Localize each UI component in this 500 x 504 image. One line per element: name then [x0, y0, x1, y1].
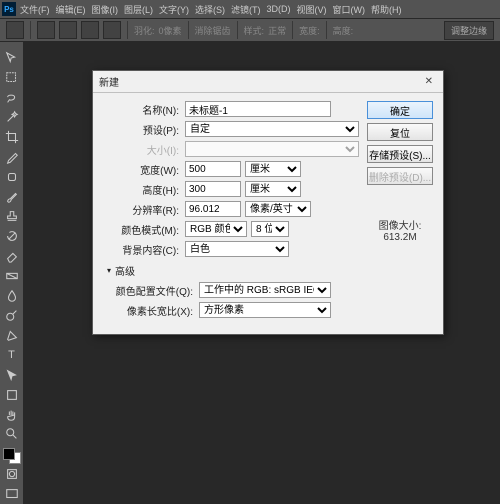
- close-icon[interactable]: ✕: [421, 76, 437, 87]
- feather-value[interactable]: 0像素: [159, 24, 182, 37]
- gradient-tool-icon[interactable]: [2, 267, 22, 285]
- ok-button[interactable]: 确定: [367, 101, 433, 119]
- profile-label: 颜色配置文件(Q):: [103, 283, 199, 298]
- menu-help[interactable]: 帮助(H): [371, 3, 402, 16]
- size-select: [185, 141, 359, 157]
- name-input[interactable]: [185, 101, 331, 117]
- opt-width-label: 宽度:: [299, 24, 320, 37]
- ps-logo-icon: Ps: [2, 2, 16, 16]
- cancel-button[interactable]: 复位: [367, 123, 433, 141]
- width-unit-select[interactable]: 厘米: [245, 161, 301, 177]
- new-document-dialog: 新建 ✕ 名称(N): 预设(P): 自定 大小(I):: [92, 70, 444, 335]
- menu-file[interactable]: 文件(F): [20, 3, 50, 16]
- feather-label: 羽化:: [134, 24, 155, 37]
- crop-tool-icon[interactable]: [2, 128, 22, 146]
- color-swatch[interactable]: [3, 448, 21, 464]
- move-tool-icon[interactable]: [2, 49, 22, 67]
- height-input[interactable]: [185, 181, 241, 197]
- width-label: 宽度(W):: [103, 162, 185, 177]
- options-bar: 羽化: 0像素 消除锯齿 样式: 正常 宽度: 高度: 调整边缘: [0, 18, 500, 42]
- mode-label: 颜色模式(M):: [103, 222, 185, 237]
- color-mode-select[interactable]: RGB 颜色: [185, 221, 247, 237]
- bgcontent-select[interactable]: 白色: [185, 241, 289, 257]
- opt-height-label: 高度:: [333, 24, 354, 37]
- quickmask-icon[interactable]: [2, 465, 22, 483]
- chevron-down-icon: ▾: [107, 266, 111, 275]
- color-profile-select[interactable]: 工作中的 RGB: sRGB IEC6196...: [199, 282, 331, 298]
- preset-label: 预设(P):: [103, 122, 185, 137]
- bgcontent-label: 背景内容(C):: [103, 242, 185, 257]
- current-tool-icon[interactable]: [6, 21, 24, 39]
- resolution-label: 分辨率(R):: [103, 202, 185, 217]
- path-select-icon[interactable]: [2, 366, 22, 384]
- menu-3d[interactable]: 3D(D): [267, 4, 291, 14]
- aspect-label: 像素长宽比(X):: [103, 303, 199, 318]
- screenmode-icon[interactable]: [2, 485, 22, 503]
- marquee-tool-icon[interactable]: [2, 69, 22, 87]
- stamp-tool-icon[interactable]: [2, 208, 22, 226]
- history-brush-icon[interactable]: [2, 227, 22, 245]
- zoom-tool-icon[interactable]: [2, 425, 22, 443]
- image-size-value: 613.2M: [367, 232, 433, 243]
- dodge-tool-icon[interactable]: [2, 307, 22, 325]
- marquee-intersect-icon[interactable]: [103, 21, 121, 39]
- menu-layer[interactable]: 图层(L): [124, 3, 153, 16]
- blur-tool-icon[interactable]: [2, 287, 22, 305]
- bit-depth-select[interactable]: 8 位: [251, 221, 289, 237]
- preset-select[interactable]: 自定: [185, 121, 359, 137]
- marquee-rect-icon[interactable]: [37, 21, 55, 39]
- pixel-aspect-select[interactable]: 方形像素: [199, 302, 331, 318]
- pen-tool-icon[interactable]: [2, 326, 22, 344]
- lasso-tool-icon[interactable]: [2, 89, 22, 107]
- menu-filter[interactable]: 滤镜(T): [231, 3, 261, 16]
- eyedropper-tool-icon[interactable]: [2, 148, 22, 166]
- delete-preset-button: 删除预设(D)...: [367, 167, 433, 185]
- width-input[interactable]: [185, 161, 241, 177]
- canvas-area: 新建 ✕ 名称(N): 预设(P): 自定 大小(I):: [24, 42, 500, 504]
- resolution-unit-select[interactable]: 像素/英寸: [245, 201, 311, 217]
- marquee-sub-icon[interactable]: [81, 21, 99, 39]
- menu-edit[interactable]: 编辑(E): [56, 3, 86, 16]
- antialias-label: 消除锯齿: [195, 24, 231, 37]
- menu-image[interactable]: 图像(I): [92, 3, 119, 16]
- height-label: 高度(H):: [103, 182, 185, 197]
- wand-tool-icon[interactable]: [2, 108, 22, 126]
- shape-tool-icon[interactable]: [2, 386, 22, 404]
- healing-tool-icon[interactable]: [2, 168, 22, 186]
- style-label: 样式:: [244, 24, 265, 37]
- menu-type[interactable]: 文字(Y): [159, 3, 189, 16]
- resolution-input[interactable]: [185, 201, 241, 217]
- style-value[interactable]: 正常: [268, 24, 286, 37]
- eraser-tool-icon[interactable]: [2, 247, 22, 265]
- dialog-title: 新建: [99, 74, 119, 89]
- type-tool-icon[interactable]: T: [2, 346, 22, 364]
- brush-tool-icon[interactable]: [2, 188, 22, 206]
- marquee-add-icon[interactable]: [59, 21, 77, 39]
- tools-panel: T: [0, 42, 24, 504]
- refine-edge-button[interactable]: 调整边缘: [444, 21, 494, 40]
- menu-select[interactable]: 选择(S): [195, 3, 225, 16]
- save-preset-button[interactable]: 存储预设(S)...: [367, 145, 433, 163]
- hand-tool-icon[interactable]: [2, 406, 22, 424]
- image-size-label: 图像大小:: [367, 217, 433, 232]
- height-unit-select[interactable]: 厘米: [245, 181, 301, 197]
- advanced-toggle[interactable]: ▾ 高级: [107, 263, 359, 278]
- menu-window[interactable]: 窗口(W): [333, 3, 366, 16]
- name-label: 名称(N):: [103, 102, 185, 117]
- size-label: 大小(I):: [103, 142, 185, 157]
- menu-view[interactable]: 视图(V): [297, 3, 327, 16]
